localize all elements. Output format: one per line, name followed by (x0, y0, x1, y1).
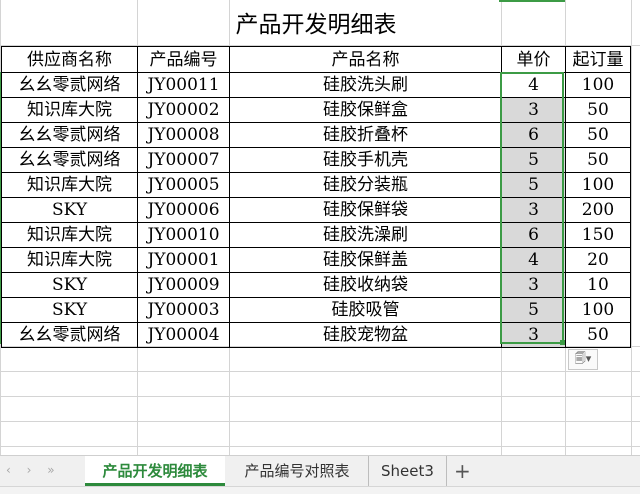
cell-supplier[interactable]: SKY (1, 297, 138, 323)
cell-min-order[interactable]: 100 (565, 172, 631, 198)
table-row: SKY JY00009 硅胶收纳袋 3 10 (1, 272, 631, 298)
cell-supplier[interactable]: 幺幺零贰网络 (1, 72, 138, 98)
cell-product-id[interactable]: JY00007 (137, 147, 230, 173)
add-sheet-button[interactable]: + (454, 459, 471, 483)
cell-price[interactable]: 6 (501, 122, 566, 148)
table-row: SKY JY00003 硅胶吸管 5 100 (1, 297, 631, 323)
cell-supplier[interactable]: 幺幺零贰网络 (1, 147, 138, 173)
cell-supplier[interactable]: 幺幺零贰网络 (1, 322, 138, 348)
gridline (0, 421, 640, 422)
cell-product-name[interactable]: 硅胶洗澡刷 (229, 222, 502, 248)
cell-price[interactable]: 5 (501, 147, 566, 173)
spreadsheet-grid[interactable]: 产品开发明细表 供应商名称 产品编号 产品名称 单价 起订量 幺幺零贰网络 JY… (0, 0, 640, 455)
cell-price[interactable]: 3 (501, 97, 566, 123)
cell-min-order[interactable]: 50 (565, 122, 631, 148)
gridline (0, 371, 640, 372)
cell-min-order[interactable]: 150 (565, 222, 631, 248)
cell-product-name[interactable]: 硅胶吸管 (229, 297, 502, 323)
cell-product-name[interactable]: 硅胶宠物盆 (229, 322, 502, 348)
sheet-nav-arrows-icon[interactable]: ‹ › » (6, 463, 61, 477)
table-row: 知识库大院 JY00002 硅胶保鲜盒 3 50 (1, 97, 631, 123)
cell-product-id[interactable]: JY00008 (137, 122, 230, 148)
cell-price[interactable]: 3 (501, 322, 566, 348)
cell-product-name[interactable]: 硅胶保鲜盒 (229, 97, 502, 123)
cell-min-order[interactable]: 50 (565, 147, 631, 173)
cell-min-order[interactable]: 50 (565, 97, 631, 123)
cell-price[interactable]: 3 (501, 197, 566, 223)
cell-min-order[interactable]: 50 (565, 322, 631, 348)
cell-product-name[interactable]: 硅胶收纳袋 (229, 272, 502, 298)
cell-supplier[interactable]: SKY (1, 197, 138, 223)
header-supplier[interactable]: 供应商名称 (1, 46, 138, 73)
cell-min-order[interactable]: 10 (565, 272, 631, 298)
cell-product-id[interactable]: JY00010 (137, 222, 230, 248)
tab-sheet-2[interactable]: 产品编号对照表 (226, 456, 369, 486)
cell-supplier[interactable]: 幺幺零贰网络 (1, 122, 138, 148)
fill-handle[interactable] (560, 340, 565, 345)
cell-supplier[interactable]: 知识库大院 (1, 172, 138, 198)
header-min-order[interactable]: 起订量 (565, 46, 631, 73)
cell-min-order[interactable]: 100 (565, 297, 631, 323)
cell-product-name[interactable]: 硅胶保鲜袋 (229, 197, 502, 223)
cell-product-id[interactable]: JY00004 (137, 322, 230, 348)
cell-product-id[interactable]: JY00003 (137, 297, 230, 323)
cell-price[interactable]: 5 (501, 172, 566, 198)
sheet-tab-bar: ‹ › » 产品开发明细表 产品编号对照表 Sheet3 + (0, 455, 640, 487)
tab-sheet-3[interactable]: Sheet3 (369, 456, 447, 486)
cell-min-order[interactable]: 200 (565, 197, 631, 223)
header-product-name[interactable]: 产品名称 (229, 46, 502, 73)
cell-product-id[interactable]: JY00002 (137, 97, 230, 123)
table-row: 知识库大院 JY00005 硅胶分装瓶 5 100 (1, 172, 631, 198)
table-row: SKY JY00006 硅胶保鲜袋 3 200 (1, 197, 631, 223)
cell-product-id[interactable]: JY00009 (137, 272, 230, 298)
cell-price[interactable]: 4 (501, 72, 566, 98)
paste-options-button[interactable]: 🗐▾ (568, 349, 598, 370)
table-row: 知识库大院 JY00010 硅胶洗澡刷 6 150 (1, 222, 631, 248)
column-header-highlight (499, 0, 565, 2)
cell-product-name[interactable]: 硅胶手机壳 (229, 147, 502, 173)
cell-price[interactable]: 5 (501, 297, 566, 323)
cell-product-name[interactable]: 硅胶洗头刷 (229, 72, 502, 98)
product-table: 供应商名称 产品编号 产品名称 单价 起订量 幺幺零贰网络 JY00011 硅胶… (1, 46, 631, 348)
cell-product-name[interactable]: 硅胶分装瓶 (229, 172, 502, 198)
table-row: 幺幺零贰网络 JY00008 硅胶折叠杯 6 50 (1, 122, 631, 148)
cell-product-id[interactable]: JY00001 (137, 247, 230, 273)
table-row: 知识库大院 JY00001 硅胶保鲜盖 4 20 (1, 247, 631, 273)
cell-supplier[interactable]: 知识库大院 (1, 247, 138, 273)
paste-options-icon: 🗐▾ (574, 352, 592, 365)
cell-product-name[interactable]: 硅胶保鲜盖 (229, 247, 502, 273)
table-row: 幺幺零贰网络 JY00007 硅胶手机壳 5 50 (1, 147, 631, 173)
cell-price[interactable]: 6 (501, 222, 566, 248)
table-row: 幺幺零贰网络 JY00011 硅胶洗头刷 4 100 (1, 72, 631, 98)
cell-supplier[interactable]: SKY (1, 272, 138, 298)
header-product-id[interactable]: 产品编号 (137, 46, 230, 73)
cell-price[interactable]: 4 (501, 247, 566, 273)
gridline (631, 0, 632, 455)
table-row: 幺幺零贰网络 JY00004 硅胶宠物盆 3 50 (1, 322, 631, 348)
header-price[interactable]: 单价 (501, 46, 566, 73)
cell-product-name[interactable]: 硅胶折叠杯 (229, 122, 502, 148)
cell-supplier[interactable]: 知识库大院 (1, 222, 138, 248)
gridline (0, 446, 640, 447)
tab-sheet-1[interactable]: 产品开发明细表 (85, 456, 225, 486)
cell-product-id[interactable]: JY00006 (137, 197, 230, 223)
cell-supplier[interactable]: 知识库大院 (1, 97, 138, 123)
cell-product-id[interactable]: JY00005 (137, 172, 230, 198)
gridline (0, 396, 640, 397)
cell-min-order[interactable]: 20 (565, 247, 631, 273)
cell-min-order[interactable]: 100 (565, 72, 631, 98)
cell-product-id[interactable]: JY00011 (137, 72, 230, 98)
cell-price[interactable]: 3 (501, 272, 566, 298)
sheet-title[interactable]: 产品开发明细表 (0, 6, 632, 44)
